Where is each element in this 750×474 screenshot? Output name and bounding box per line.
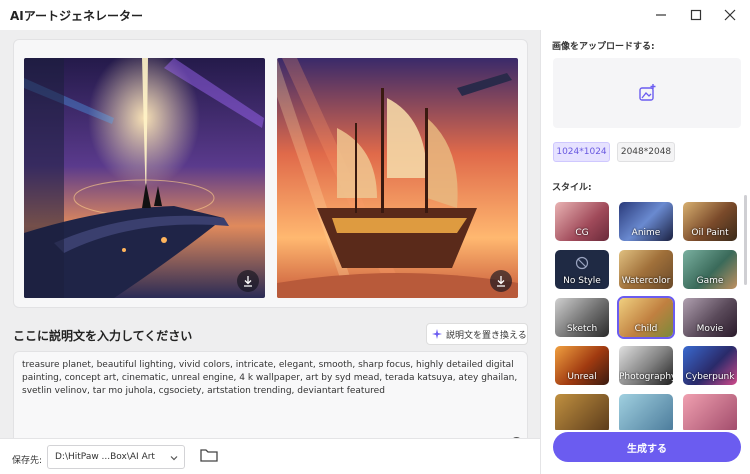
- folder-icon: [200, 449, 218, 462]
- close-icon: [724, 9, 736, 21]
- save-path-select[interactable]: D:\HitPaw ...Box\AI Art: [47, 445, 185, 469]
- style-label-game: Game: [696, 276, 724, 286]
- save-path-value: D:\HitPaw ...Box\AI Art: [55, 452, 155, 462]
- add-image-icon: [639, 84, 656, 101]
- main-panel: ここに説明文を入力してください 説明文を置き換える treasure plane…: [0, 30, 540, 474]
- download-button-1[interactable]: [237, 270, 259, 292]
- upload-label: 画像をアップロードする:: [552, 42, 655, 52]
- maximize-icon: [690, 9, 702, 21]
- replace-description-button[interactable]: 説明文を置き換える: [426, 323, 528, 345]
- style-tile-more-2[interactable]: [619, 394, 673, 430]
- title-bar: AIアートジェネレーター: [0, 0, 750, 30]
- style-thumb: [683, 394, 737, 430]
- app-title: AIアートジェネレーター: [10, 9, 144, 23]
- size-option-2048[interactable]: 2048*2048: [617, 142, 675, 162]
- style-label-photography: Photography: [619, 372, 673, 382]
- minimize-icon: [656, 14, 666, 16]
- prompt-heading: ここに説明文を入力してください: [13, 329, 193, 343]
- style-label-unreal: Unreal: [567, 372, 597, 382]
- style-tile-anime[interactable]: Anime: [619, 202, 673, 241]
- save-location-label: 保存先:: [12, 456, 43, 466]
- download-icon: [497, 276, 505, 287]
- style-tile-movie[interactable]: Movie: [683, 298, 737, 337]
- close-button[interactable]: [719, 4, 741, 26]
- generated-image-1[interactable]: [24, 58, 265, 298]
- image-gallery: [13, 39, 528, 308]
- download-icon: [244, 276, 252, 287]
- upload-image-area[interactable]: [553, 58, 741, 128]
- prompt-text: treasure planet, beautiful lighting, viv…: [22, 360, 518, 396]
- style-tile-photography[interactable]: Photography: [619, 346, 673, 385]
- no-style-icon: [575, 256, 589, 270]
- sparkle-icon: [432, 328, 442, 339]
- style-tile-oil-paint[interactable]: Oil Paint: [683, 202, 737, 241]
- style-thumb: [555, 394, 609, 430]
- style-tile-cyberpunk[interactable]: Cyberpunk: [683, 346, 737, 385]
- settings-panel: 画像をアップロードする: 1024*1024 2048*2048 スタイル: C…: [540, 30, 750, 474]
- open-folder-button[interactable]: [200, 447, 218, 467]
- style-label-oil-paint: Oil Paint: [691, 228, 729, 238]
- style-grid: CG Anime Oil Paint No Style Watercolor G…: [555, 200, 741, 430]
- style-label-movie: Movie: [696, 324, 724, 334]
- generated-image-2[interactable]: [277, 58, 518, 298]
- style-tile-sketch[interactable]: Sketch: [555, 298, 609, 337]
- size-option-1024[interactable]: 1024*1024: [553, 142, 610, 162]
- style-thumb: [619, 394, 673, 430]
- style-label-cg: CG: [575, 228, 589, 238]
- replace-description-label: 説明文を置き換える: [446, 330, 527, 341]
- maximize-button[interactable]: [685, 4, 707, 26]
- style-scrollbar[interactable]: [744, 195, 747, 285]
- save-bar: 保存先: D:\HitPaw ...Box\AI Art: [0, 438, 540, 474]
- style-tile-child[interactable]: Child: [617, 296, 675, 339]
- download-button-2[interactable]: [490, 270, 512, 292]
- chevron-down-icon: [170, 456, 178, 461]
- style-label-cyberpunk: Cyberpunk: [685, 372, 735, 382]
- style-tile-cg[interactable]: CG: [555, 202, 609, 241]
- minimize-button[interactable]: [650, 4, 672, 26]
- style-label-sketch: Sketch: [566, 324, 598, 334]
- style-label-watercolor: Watercolor: [621, 276, 671, 286]
- style-label-anime: Anime: [631, 228, 661, 238]
- style-tile-watercolor[interactable]: Watercolor: [619, 250, 673, 289]
- style-label-no-style: No Style: [563, 276, 601, 286]
- style-tile-unreal[interactable]: Unreal: [555, 346, 609, 385]
- style-tile-more-1[interactable]: [555, 394, 609, 430]
- generated-image-2-art: [277, 58, 518, 298]
- style-tile-no-style[interactable]: No Style: [555, 250, 609, 289]
- style-label: スタイル:: [552, 183, 592, 193]
- style-label-child: Child: [634, 324, 658, 334]
- style-tile-game[interactable]: Game: [683, 250, 737, 289]
- generated-image-1-art: [24, 58, 265, 298]
- generate-button[interactable]: 生成する: [553, 432, 741, 462]
- style-tile-more-3[interactable]: [683, 394, 737, 430]
